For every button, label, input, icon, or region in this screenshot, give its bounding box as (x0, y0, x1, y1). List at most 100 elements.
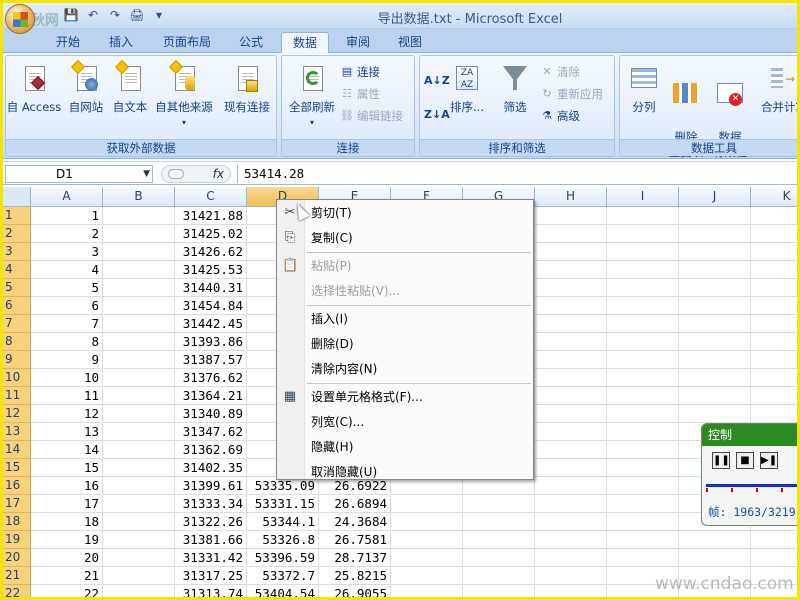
cell-c[interactable]: 31393.86 (175, 333, 247, 351)
cell-h[interactable] (535, 405, 607, 423)
tab-formulas[interactable]: 公式 (225, 32, 277, 53)
menu-item-4[interactable]: 插入(I) (277, 307, 533, 331)
cell-i[interactable] (607, 495, 679, 513)
cell-d[interactable]: 53326.8 (247, 531, 319, 549)
cell-b[interactable] (103, 369, 175, 387)
sort-az-button[interactable]: A↓Z (424, 74, 450, 87)
column-header-j[interactable]: J (679, 187, 751, 207)
cell-a[interactable]: 22 (31, 585, 103, 597)
cell-k[interactable] (751, 549, 797, 567)
cell-f[interactable] (391, 531, 463, 549)
row-header[interactable]: 3 (3, 243, 31, 261)
office-button[interactable] (5, 4, 35, 34)
edit-links-button[interactable]: ⛓ 编辑链接 (340, 108, 403, 124)
menu-item-8[interactable]: 列宽(C)... (277, 410, 533, 434)
select-all-corner[interactable] (3, 187, 31, 207)
row-header[interactable]: 12 (3, 405, 31, 423)
cell-i[interactable] (607, 243, 679, 261)
cell-a[interactable]: 16 (31, 477, 103, 495)
menu-item-1[interactable]: ⎘ 复制(C) (277, 226, 533, 250)
row-header[interactable]: 14 (3, 441, 31, 459)
playback-progress-bar[interactable] (706, 484, 797, 487)
cell-f[interactable] (391, 495, 463, 513)
cell-h[interactable] (535, 585, 607, 597)
row-header[interactable]: 1 (3, 207, 31, 225)
cell-j[interactable] (679, 549, 751, 567)
cell-h[interactable] (535, 207, 607, 225)
filter-button[interactable]: 筛选 (494, 62, 536, 115)
from-other-sources-button[interactable]: 自其他来源 ▾ (152, 59, 216, 130)
cell-a[interactable]: 17 (31, 495, 103, 513)
cell-k[interactable] (751, 243, 797, 261)
cell-f[interactable] (391, 585, 463, 597)
row-header[interactable]: 16 (3, 477, 31, 495)
cell-a[interactable]: 7 (31, 315, 103, 333)
cell-e[interactable]: 26.7581 (319, 531, 391, 549)
cell-h[interactable] (535, 315, 607, 333)
cell-i[interactable] (607, 513, 679, 531)
cell-b[interactable] (103, 549, 175, 567)
cell-h[interactable] (535, 279, 607, 297)
row-header[interactable]: 20 (3, 549, 31, 567)
cell-b[interactable] (103, 207, 175, 225)
cell-c[interactable]: 31331.42 (175, 549, 247, 567)
menu-item-3[interactable]: 选择性粘贴(V)... (277, 279, 533, 303)
cell-i[interactable] (607, 531, 679, 549)
cell-c[interactable]: 31313.74 (175, 585, 247, 597)
cell-i[interactable] (607, 369, 679, 387)
cell-c[interactable]: 31347.62 (175, 423, 247, 441)
row-header[interactable]: 17 (3, 495, 31, 513)
cell-k[interactable] (751, 351, 797, 369)
cell-c[interactable]: 31376.62 (175, 369, 247, 387)
cell-j[interactable] (679, 387, 751, 405)
cell-k[interactable] (751, 531, 797, 549)
name-box[interactable]: D1 ▼ (5, 165, 153, 183)
next-frame-icon[interactable]: ▶❚ (760, 452, 778, 469)
refresh-all-button[interactable]: 全部刷新 ▾ (284, 62, 340, 130)
cell-h[interactable] (535, 495, 607, 513)
menu-item-0[interactable]: ✂ 剪切(T) (277, 201, 533, 225)
cell-k[interactable] (751, 369, 797, 387)
cell-c[interactable]: 31364.21 (175, 387, 247, 405)
cell-i[interactable] (607, 387, 679, 405)
cell-a[interactable]: 9 (31, 351, 103, 369)
cell-b[interactable] (103, 585, 175, 597)
cell-h[interactable] (535, 513, 607, 531)
cell-k[interactable] (751, 261, 797, 279)
menu-item-9[interactable]: 隐藏(H) (277, 435, 533, 459)
cell-i[interactable] (607, 279, 679, 297)
cell-c[interactable]: 31317.25 (175, 567, 247, 585)
cell-j[interactable] (679, 531, 751, 549)
row-header[interactable]: 21 (3, 567, 31, 585)
cell-j[interactable] (679, 297, 751, 315)
row-header[interactable]: 5 (3, 279, 31, 297)
cell-i[interactable] (607, 207, 679, 225)
cell-k[interactable] (751, 225, 797, 243)
cell-c[interactable]: 31425.02 (175, 225, 247, 243)
cell-g[interactable] (463, 585, 535, 597)
menu-item-2[interactable]: 📋 粘贴(P) (277, 254, 533, 278)
tab-page-layout[interactable]: 页面布局 (151, 32, 223, 53)
column-header-h[interactable]: H (535, 187, 607, 207)
cell-j[interactable] (679, 225, 751, 243)
cell-d[interactable]: 53404.54 (247, 585, 319, 597)
cell-e[interactable]: 28.7137 (319, 549, 391, 567)
column-header-a[interactable]: A (31, 187, 103, 207)
from-web-button[interactable]: 自网站 (64, 59, 108, 115)
cell-b[interactable] (103, 225, 175, 243)
cell-b[interactable] (103, 243, 175, 261)
cell-a[interactable]: 4 (31, 261, 103, 279)
cell-i[interactable] (607, 261, 679, 279)
sort-za-button[interactable]: Z↓A (424, 108, 450, 121)
tab-review[interactable]: 审阅 (333, 32, 383, 53)
cell-a[interactable]: 11 (31, 387, 103, 405)
connections-button[interactable]: ▤ 连接 (340, 64, 380, 80)
cell-c[interactable]: 31399.61 (175, 477, 247, 495)
cell-e[interactable]: 26.9055 (319, 585, 391, 597)
row-header[interactable]: 8 (3, 333, 31, 351)
cell-b[interactable] (103, 459, 175, 477)
cell-f[interactable] (391, 513, 463, 531)
cell-a[interactable]: 6 (31, 297, 103, 315)
row-header[interactable]: 13 (3, 423, 31, 441)
cell-b[interactable] (103, 333, 175, 351)
